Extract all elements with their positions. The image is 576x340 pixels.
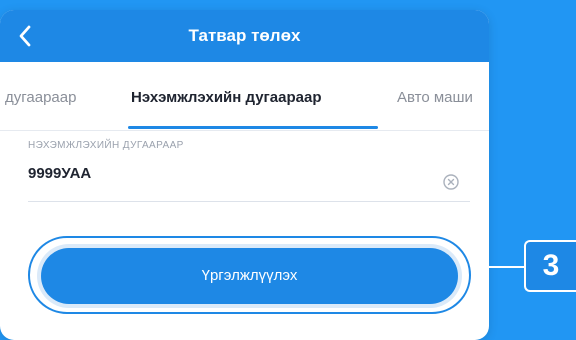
tab-plate-number[interactable]: дугаараар bbox=[5, 62, 76, 130]
active-tab-indicator bbox=[128, 126, 378, 129]
callout-connector bbox=[471, 266, 525, 268]
back-button[interactable] bbox=[10, 20, 40, 52]
app-header: Татвар төлөх bbox=[0, 10, 489, 62]
app-screen: Татвар төлөх дугаараар Нэхэмжлэхийн дуга… bbox=[0, 10, 489, 340]
tab-vehicle[interactable]: Авто маши bbox=[397, 62, 473, 130]
tab-bar: дугаараар Нэхэмжлэхийн дугаараар Авто ма… bbox=[0, 62, 489, 131]
clear-circle-icon bbox=[443, 174, 459, 190]
continue-button[interactable]: Үргэлжлүүлэх bbox=[41, 248, 458, 304]
input-underline bbox=[28, 201, 470, 202]
clear-input-button[interactable] bbox=[442, 173, 460, 191]
step-number-badge: 3 bbox=[524, 240, 576, 292]
invoice-field-label: НЭХЭМЖЛЭХИЙН ДУГААРААР bbox=[28, 140, 184, 151]
chevron-left-icon bbox=[19, 25, 31, 47]
page-title: Татвар төлөх bbox=[188, 26, 301, 45]
tab-invoice-number[interactable]: Нэхэмжлэхийн дугаараар bbox=[131, 62, 322, 130]
invoice-number-input[interactable] bbox=[28, 160, 400, 186]
